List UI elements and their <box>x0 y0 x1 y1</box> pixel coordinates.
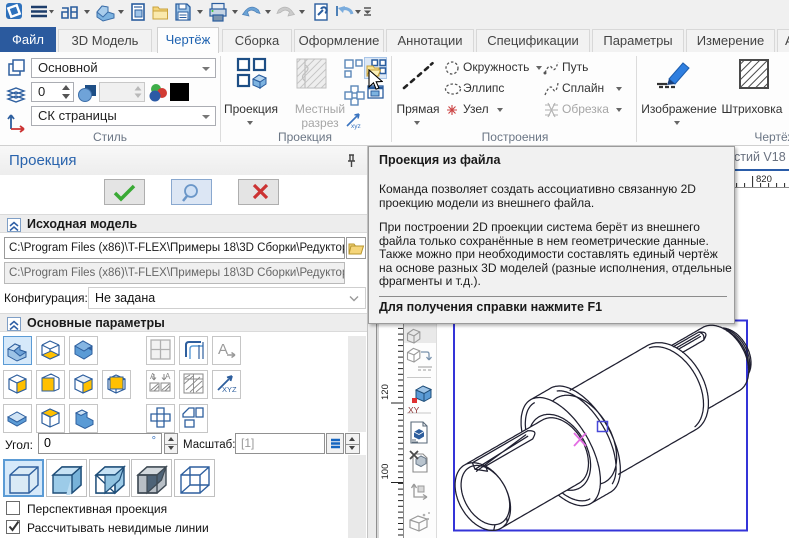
svg-text:A: A <box>150 372 156 381</box>
svg-text:A: A <box>218 341 228 358</box>
svg-text:XYZ: XYZ <box>222 385 237 394</box>
svg-text:xyz: xyz <box>351 123 361 130</box>
svg-text:XY: XY <box>408 405 420 415</box>
svg-text:A: A <box>165 372 171 381</box>
svg-text:100: 100 <box>380 464 391 480</box>
svg-text:820: 820 <box>756 174 772 185</box>
svg-text:120: 120 <box>380 384 391 400</box>
